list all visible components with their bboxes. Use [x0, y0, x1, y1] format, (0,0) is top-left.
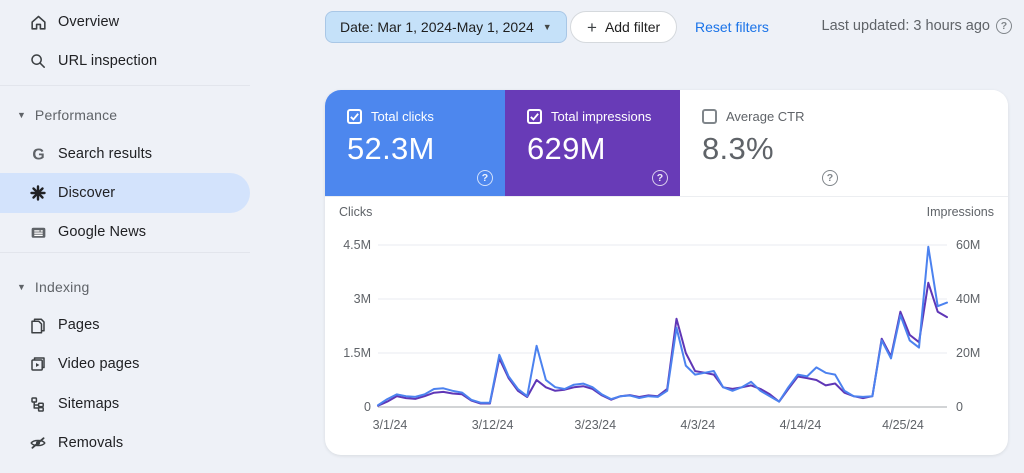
last-updated-text: Last updated: 3 hours ago [822, 18, 991, 34]
sidebar-item-sitemaps[interactable]: Sitemaps [0, 385, 250, 423]
add-filter-label: Add filter [605, 19, 660, 35]
sidebar-section-indexing[interactable]: ▼ Indexing [0, 270, 250, 304]
sidebar-item-label: Overview [58, 14, 119, 30]
svg-text:3/1/24: 3/1/24 [373, 418, 408, 432]
sidebar-divider [0, 252, 250, 253]
svg-text:4.5M: 4.5M [343, 238, 371, 252]
svg-text:3/23/24: 3/23/24 [574, 418, 616, 432]
google-g-icon: G [28, 144, 48, 164]
help-icon[interactable]: ? [652, 170, 668, 186]
metric-value: 52.3M [347, 131, 505, 167]
date-filter-chip[interactable]: Date: Mar 1, 2024-May 1, 2024 ▼ [325, 11, 567, 43]
pages-icon [28, 315, 48, 335]
average-ctr-card[interactable]: Average CTR 8.3% ? [680, 90, 850, 196]
discover-asterisk-icon [28, 183, 48, 203]
sidebar-item-label: Discover [58, 185, 115, 201]
search-icon [28, 51, 48, 71]
last-updated: Last updated: 3 hours ago ? [822, 18, 1013, 34]
metric-value: 629M [527, 131, 680, 167]
svg-text:3/12/24: 3/12/24 [472, 418, 514, 432]
sidebar-item-label: Sitemaps [58, 396, 119, 412]
sitemaps-icon [28, 394, 48, 414]
svg-text:60M: 60M [956, 238, 980, 252]
home-icon [28, 12, 48, 32]
sidebar-item-pages[interactable]: Pages [0, 306, 250, 344]
metric-label: Average CTR [726, 109, 805, 124]
sidebar-section-performance[interactable]: ▼ Performance [0, 98, 250, 132]
sidebar-item-label: URL inspection [58, 53, 157, 69]
search-console-app: Overview URL inspection ▼ Performance G … [0, 0, 1024, 473]
total-impressions-card[interactable]: Total impressions 629M ? [505, 90, 680, 196]
sidebar-section-label: Indexing [35, 279, 90, 295]
reset-filters-link[interactable]: Reset filters [695, 19, 769, 35]
metric-label: Total impressions [551, 109, 651, 124]
help-icon[interactable]: ? [996, 18, 1012, 34]
performance-chart[interactable]: 0 0 1.5M 20M 3M 40M 4.5M 60M Clicks Impressions 3/… [325, 197, 1008, 455]
eye-off-icon [28, 433, 48, 453]
sidebar-divider [0, 85, 250, 86]
performance-panel: Total clicks 52.3M ? Total impressions 6… [325, 90, 1008, 455]
sidebar-item-label: Google News [58, 224, 146, 240]
checkbox-checked-icon[interactable] [527, 109, 542, 124]
svg-text:4/3/24: 4/3/24 [680, 418, 715, 432]
help-icon[interactable]: ? [822, 170, 838, 186]
sidebar-item-video-pages[interactable]: Video pages [0, 345, 250, 383]
svg-text:Impressions: Impressions [927, 205, 994, 219]
add-filter-button[interactable]: + Add filter [570, 11, 677, 43]
sidebar-item-google-news[interactable]: Google News [0, 213, 250, 251]
svg-text:4/25/24: 4/25/24 [882, 418, 924, 432]
sidebar-item-search-results[interactable]: G Search results [0, 135, 250, 173]
chevron-down-icon: ▼ [543, 22, 552, 32]
metric-label: Total clicks [371, 109, 434, 124]
plus-icon: + [587, 19, 597, 36]
video-pages-icon [28, 354, 48, 374]
sidebar-item-discover[interactable]: Discover [0, 173, 250, 213]
metric-value: 8.3% [702, 131, 850, 167]
sidebar-section-label: Performance [35, 107, 117, 123]
help-icon[interactable]: ? [477, 170, 493, 186]
checkbox-checked-icon[interactable] [347, 109, 362, 124]
sidebar-item-label: Pages [58, 317, 100, 333]
chevron-down-icon: ▼ [17, 110, 26, 120]
metric-cards-row: Total clicks 52.3M ? Total impressions 6… [325, 90, 1008, 197]
news-icon [28, 222, 48, 242]
date-filter-label: Date: Mar 1, 2024-May 1, 2024 [340, 19, 534, 35]
sidebar-item-label: Video pages [58, 356, 139, 372]
sidebar-item-label: Removals [58, 435, 123, 451]
svg-text:1.5M: 1.5M [343, 346, 371, 360]
checkbox-unchecked-icon[interactable] [702, 109, 717, 124]
svg-text:0: 0 [364, 400, 371, 414]
svg-text:Clicks: Clicks [339, 205, 372, 219]
svg-text:3M: 3M [354, 292, 371, 306]
svg-text:0: 0 [956, 400, 963, 414]
svg-text:4/14/24: 4/14/24 [780, 418, 822, 432]
svg-text:40M: 40M [956, 292, 980, 306]
svg-text:G: G [32, 146, 44, 163]
metric-row-spacer [850, 90, 1008, 196]
svg-text:20M: 20M [956, 346, 980, 360]
sidebar-item-url-inspection[interactable]: URL inspection [0, 42, 250, 80]
sidebar-item-removals[interactable]: Removals [0, 424, 250, 462]
chart-area: 0 0 1.5M 20M 3M 40M 4.5M 60M Clicks Impressions 3/… [325, 197, 1008, 455]
total-clicks-card[interactable]: Total clicks 52.3M ? [325, 90, 505, 196]
chevron-down-icon: ▼ [17, 282, 26, 292]
sidebar-item-label: Search results [58, 146, 152, 162]
sidebar-item-overview[interactable]: Overview [0, 3, 250, 41]
